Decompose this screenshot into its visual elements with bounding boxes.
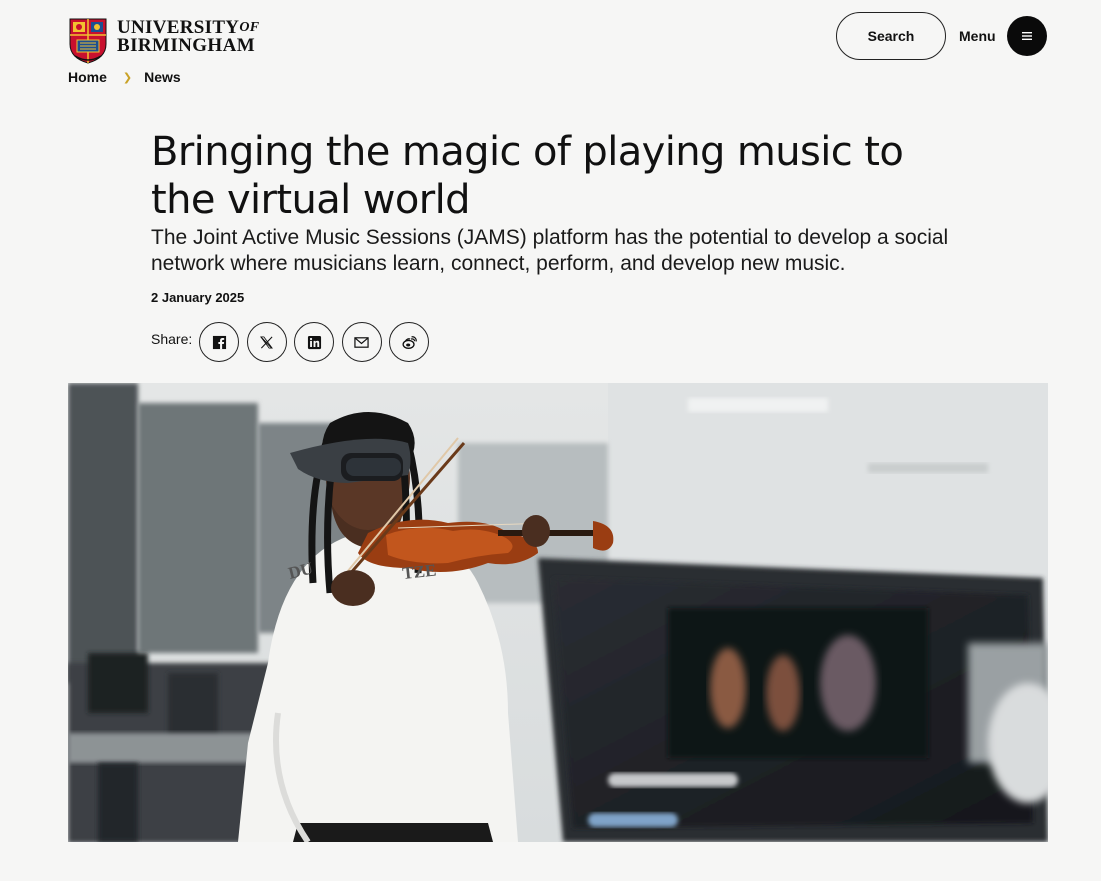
share-weibo-button[interactable] — [389, 322, 430, 362]
hamburger-icon — [1022, 32, 1032, 40]
share-label: Share: — [151, 331, 193, 347]
logo-of: OF — [239, 20, 260, 35]
linkedin-icon — [307, 335, 321, 349]
article-date: 2 January 2025 — [151, 290, 245, 305]
email-icon — [354, 336, 369, 348]
university-crest-icon — [69, 18, 107, 64]
share-x-button[interactable] — [246, 322, 287, 362]
article-title: Bringing the magic of playing music to t… — [151, 129, 904, 223]
x-icon — [260, 335, 274, 349]
share-email-button[interactable] — [341, 322, 382, 362]
site-header: UNIVERSITYOF BIRMINGHAM Search Menu — [0, 0, 1101, 70]
breadcrumb-news[interactable]: News — [144, 69, 181, 85]
facebook-icon — [212, 335, 226, 349]
breadcrumb-home[interactable]: Home — [68, 69, 107, 85]
article-subtitle: The Joint Active Music Sessions (JAMS) p… — [151, 226, 949, 275]
share-bar: Share: — [151, 322, 437, 362]
hero-photo-student-violin-vr: DU TZE — [68, 383, 1048, 842]
weibo-icon — [402, 335, 417, 349]
share-facebook-button[interactable] — [199, 322, 240, 362]
hero-image: DU TZE — [68, 383, 1048, 842]
breadcrumb: Home ❯ News — [68, 69, 181, 85]
menu-label[interactable]: Menu — [959, 28, 996, 44]
chevron-right-icon: ❯ — [122, 71, 133, 84]
svg-text:TZE: TZE — [401, 561, 437, 583]
menu-button[interactable] — [1007, 16, 1047, 56]
university-logo[interactable]: UNIVERSITYOF BIRMINGHAM — [69, 18, 259, 64]
logo-wordmark: UNIVERSITYOF BIRMINGHAM — [117, 18, 260, 56]
share-linkedin-button[interactable] — [294, 322, 335, 362]
search-button-label: Search — [867, 28, 915, 44]
search-button[interactable]: Search — [836, 12, 946, 60]
logo-line-birmingham: BIRMINGHAM — [117, 35, 256, 56]
